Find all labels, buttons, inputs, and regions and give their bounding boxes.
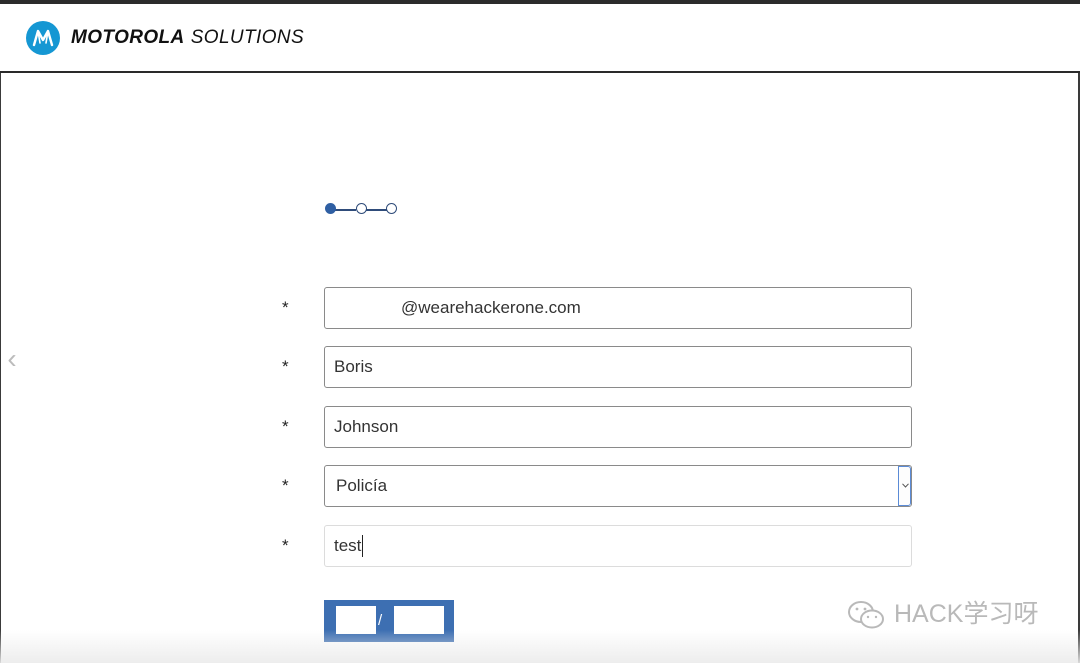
step-dot-1 (325, 203, 336, 214)
required-mark-last-name: * (282, 417, 289, 436)
required-mark-notes: * (282, 536, 289, 555)
role-select-value: Policía (336, 476, 388, 495)
step-connector (366, 209, 387, 211)
bottom-fade (0, 630, 1080, 663)
motorola-logo-icon[interactable] (26, 21, 60, 55)
role-select-toggle[interactable] (898, 466, 911, 506)
last-name-field[interactable]: Johnson (324, 406, 912, 448)
first-name-value: Boris (334, 357, 373, 376)
carousel-prev-icon[interactable]: ‹ (2, 344, 22, 374)
watermark: HACK学习呀 (846, 597, 1038, 631)
role-select[interactable]: Policía (324, 465, 912, 507)
required-mark-email: * (282, 298, 289, 317)
notes-value: test (334, 536, 362, 555)
email-field[interactable]: @wearehackerone.com (324, 287, 912, 329)
last-name-value: Johnson (334, 417, 399, 436)
wechat-icon (848, 601, 884, 629)
content-frame-left (0, 73, 1, 663)
brand-name-bold: MOTOROLA (71, 27, 185, 48)
step-connector (335, 209, 356, 211)
required-mark-role: * (282, 476, 289, 495)
brand-name-light: SOLUTIONS (190, 27, 305, 48)
step-dot-2 (356, 203, 367, 214)
brand-name[interactable]: MOTOROLA SOLUTIONS (71, 26, 304, 50)
step-dot-3 (386, 203, 397, 214)
text-cursor (362, 534, 364, 557)
step-indicator (324, 202, 400, 218)
email-field-value: @wearehackerone.com (401, 298, 581, 317)
site-header: MOTOROLA SOLUTIONS (0, 4, 1080, 73)
first-name-field[interactable]: Boris (324, 346, 912, 388)
required-mark-first-name: * (282, 357, 289, 376)
notes-field[interactable]: test (324, 525, 912, 567)
chevron-down-icon (902, 483, 909, 488)
watermark-text: HACK学习呀 (894, 600, 1039, 628)
